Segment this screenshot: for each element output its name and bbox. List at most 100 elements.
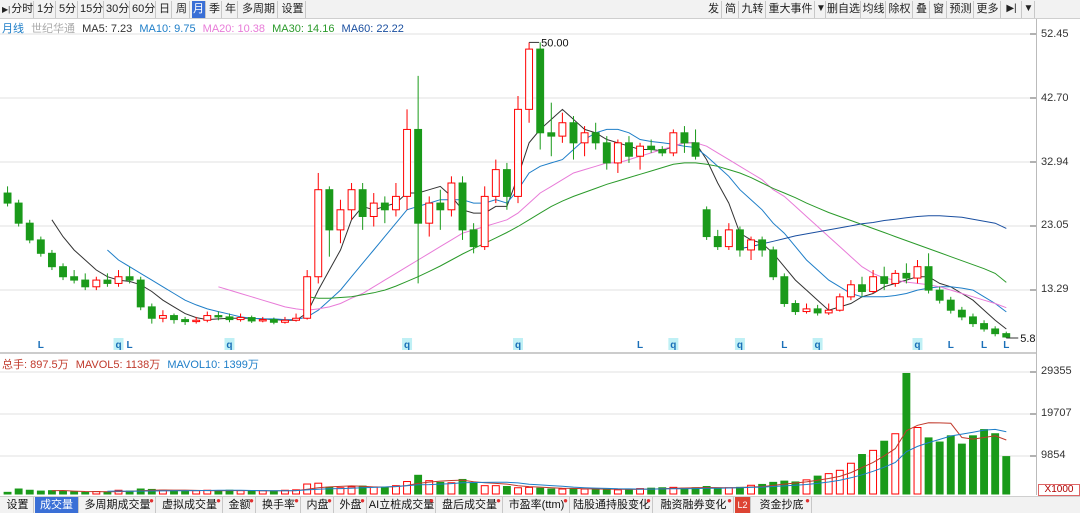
candle-body	[391, 195, 400, 211]
volume-bar	[602, 488, 611, 495]
volume-bar	[480, 485, 489, 495]
new-indicator-dot-icon: ●	[360, 496, 365, 505]
volume-bar	[536, 487, 545, 495]
candle-body	[225, 316, 234, 321]
indicator-tab-L2[interactable]: L2	[735, 497, 751, 513]
candle-body	[702, 209, 711, 238]
candle-body	[192, 319, 201, 323]
candle-body	[458, 182, 467, 231]
ma-line-MA60	[739, 215, 1007, 250]
candle-body	[647, 145, 656, 151]
candle-body	[114, 276, 123, 284]
candle-body	[846, 284, 855, 298]
candle-body	[380, 202, 389, 211]
mavol5-label: MAVOL5: 1138万	[75, 359, 161, 371]
volume-bar	[735, 486, 744, 495]
indicator-tab-换手率[interactable]: 换手率 ●	[257, 497, 301, 513]
candle-body	[236, 317, 245, 321]
indicator-tab-市盈率(ttm)[interactable]: 市盈率(ttm) ●	[504, 497, 570, 513]
volume-bar	[380, 486, 389, 495]
candle-body	[724, 229, 733, 248]
indicator-tab-设置[interactable]: 设置	[2, 497, 34, 513]
new-indicator-dot-icon: ●	[149, 496, 154, 505]
indicator-tab-AI立桩成交量[interactable]: AI立桩成交量 ●	[368, 497, 436, 513]
volume-tick: 9854	[1041, 449, 1066, 461]
volume-bar	[491, 485, 500, 495]
new-indicator-dot-icon: ●	[216, 496, 221, 505]
candle-body	[835, 296, 844, 311]
moving-average-lines	[51, 108, 1007, 330]
candle-body	[514, 108, 522, 197]
candle-body	[480, 195, 489, 248]
candle-body	[158, 315, 167, 319]
ma20-label: MA20: 10.38	[202, 23, 266, 35]
candle-body	[569, 122, 578, 144]
candle-body	[47, 252, 56, 268]
indicator-tab-内盘[interactable]: 内盘 ●	[302, 497, 334, 513]
volume-bar	[924, 437, 933, 495]
volume-bar	[824, 473, 833, 495]
tab-label: 多周期成交量	[84, 499, 151, 511]
indicator-tab-虚拟成交量[interactable]: 虚拟成交量 ●	[157, 497, 223, 513]
candle-body	[669, 132, 678, 154]
volume-bar	[192, 490, 201, 495]
candle-body	[25, 222, 34, 241]
signal-marker: L	[637, 340, 643, 351]
indicator-tab-外盘[interactable]: 外盘 ●	[335, 497, 367, 513]
candle-body	[70, 276, 79, 281]
signal-marker: q	[404, 340, 410, 351]
indicator-tab-金额[interactable]: 金额 ●	[224, 497, 256, 513]
candle-body	[136, 279, 145, 308]
volume-bar	[791, 481, 800, 495]
volume-bar	[447, 482, 456, 495]
volume-bar	[625, 488, 633, 495]
new-indicator-dot-icon: ●	[327, 496, 332, 505]
candle-body	[214, 315, 223, 318]
ma-line-MA5	[51, 108, 1007, 330]
candle-body	[902, 272, 911, 279]
volume-bar	[580, 488, 589, 495]
new-indicator-dot-icon: ●	[646, 496, 651, 505]
volume-bar	[813, 475, 822, 495]
volume-bar	[502, 486, 511, 495]
indicator-tab-融资融券变化[interactable]: 融资融券变化 ●	[654, 497, 734, 513]
volume-bar	[780, 480, 789, 495]
new-indicator-dot-icon: ●	[496, 496, 501, 505]
candle-body	[602, 142, 611, 164]
candle-body	[3, 192, 12, 204]
volume-bar	[458, 478, 467, 495]
volume-legend: 总手: 897.5万 MAVOL5: 1138万 MAVOL10: 1399万	[2, 356, 263, 371]
volume-bar	[181, 490, 190, 495]
candle-body	[81, 279, 90, 288]
candle-body	[403, 128, 411, 197]
volume-bar	[613, 489, 622, 495]
candle-body	[536, 48, 545, 134]
tab-label: 内盘	[306, 499, 329, 511]
tab-label: 融资融券变化	[660, 499, 727, 511]
signal-marker: L	[981, 340, 987, 351]
new-indicator-dot-icon: ●	[429, 496, 434, 505]
candle-body	[858, 284, 866, 292]
kline-chart[interactable]: 50.005.85 LqLqqqLqqLqqLLL	[0, 0, 1080, 513]
candle-body	[170, 315, 178, 321]
candle-body	[891, 272, 900, 284]
volume-bar	[957, 443, 966, 495]
indicator-tab-多周期成交量[interactable]: 多周期成交量 ●	[80, 497, 156, 513]
signal-marker: q	[515, 340, 521, 351]
candle-body	[36, 239, 45, 254]
candle-body	[447, 182, 456, 211]
volume-bar	[247, 490, 256, 495]
candle-body	[369, 202, 378, 217]
candle-body	[924, 266, 933, 291]
stock-name: 世纪华通	[31, 23, 76, 35]
volume-bar	[469, 482, 478, 495]
total-volume-label: 总手: 897.5万	[2, 359, 69, 371]
indicator-tab-成交量[interactable]: 成交量	[35, 497, 79, 513]
indicator-tab-陆股通持股变化[interactable]: 陆股通持股变化 ●	[571, 497, 653, 513]
indicator-tab-资金抄底[interactable]: 资金抄底 ●	[752, 497, 812, 513]
volume-bar	[913, 427, 922, 495]
price-tick: 13.29	[1041, 283, 1069, 295]
ma60-label: MA60: 22.22	[341, 23, 404, 35]
indicator-tab-盘后成交量[interactable]: 盘后成交量 ●	[437, 497, 503, 513]
new-indicator-dot-icon: ●	[727, 496, 732, 505]
